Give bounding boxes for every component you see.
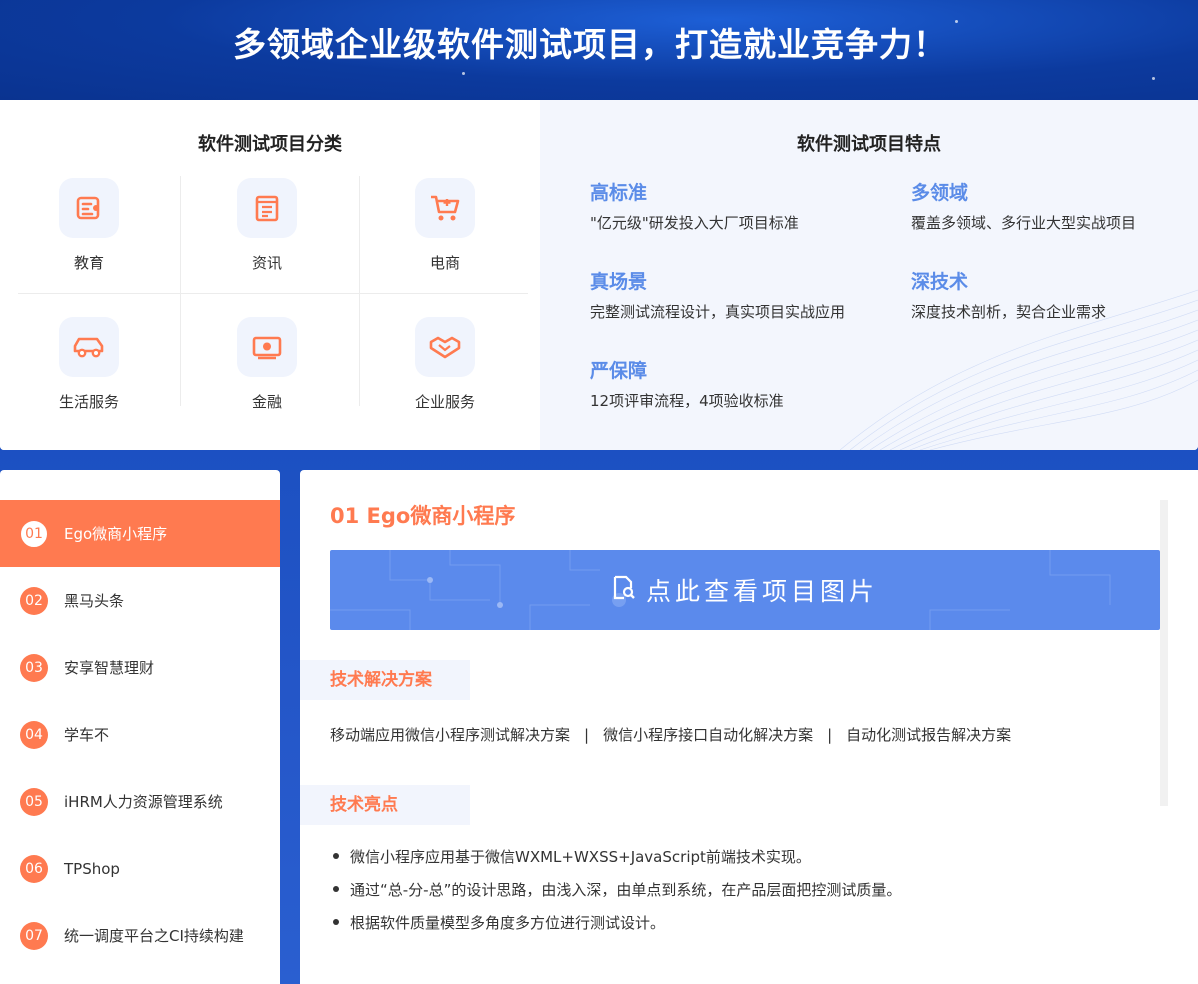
feature-title: 高标准: [590, 182, 648, 204]
project-item-02[interactable]: 02 黑马头条: [0, 567, 280, 634]
project-number: 07: [20, 921, 48, 950]
features-heading: 软件测试项目特点: [797, 134, 941, 155]
money-icon: [237, 317, 297, 377]
category-heading: 软件测试项目分类: [198, 134, 342, 155]
separator: |: [827, 726, 833, 744]
solution-item: 自动化测试报告解决方案: [846, 726, 1012, 744]
project-item-05[interactable]: 05 iHRM人力资源管理系统: [0, 768, 280, 835]
project-detail: 01 Ego微商小程序 点此查看项目图片 技术解决方案 移动端应用微信小程序测试…: [300, 470, 1198, 984]
feature-title: 多领域: [911, 182, 969, 204]
solutions-heading: 技术解决方案: [300, 660, 470, 700]
news-icon: [237, 178, 297, 238]
feature-title: 真场景: [590, 271, 648, 293]
feature-item: 真场景 完整测试流程设计，真实项目实战应用: [590, 267, 910, 322]
highlight-item: 根据软件质量模型多角度多方位进行测试设计。: [332, 912, 901, 945]
hero-banner: 多领域企业级软件测试项目，打造就业竞争力！: [0, 0, 1198, 100]
project-name: 安享智慧理财: [64, 659, 155, 677]
highlights-list: 微信小程序应用基于微信WXML+WXSS+JavaScript前端技术实现。 通…: [332, 846, 901, 945]
category-section: 软件测试项目分类 教育 资讯 电商 生活服务 金融 企业服务: [0, 100, 540, 450]
project-number: 04: [20, 720, 48, 749]
category-label: 资讯: [251, 254, 282, 272]
feature-desc: 深度技术剖析，契合企业需求: [911, 303, 1107, 321]
category-enterprise[interactable]: 企业服务: [356, 315, 534, 435]
category-ecommerce[interactable]: 电商: [356, 176, 534, 296]
project-name: Ego微商小程序: [64, 525, 168, 543]
car-icon: [59, 317, 119, 377]
view-images-label: 点此查看项目图片: [645, 577, 878, 606]
category-label: 电商: [429, 254, 460, 272]
category-label: 金融: [251, 393, 282, 411]
feature-item: 深技术 深度技术剖析，契合企业需求: [911, 267, 1198, 322]
project-number: 05: [20, 787, 48, 816]
category-label: 教育: [73, 254, 104, 272]
category-label: 企业服务: [414, 393, 475, 411]
image-search-icon: [612, 575, 636, 605]
feature-item: 严保障 12项评审流程，4项验收标准: [590, 356, 910, 411]
project-item-01[interactable]: 01 Ego微商小程序: [0, 500, 280, 567]
highlight-item: 微信小程序应用基于微信WXML+WXSS+JavaScript前端技术实现。: [332, 846, 901, 879]
feature-item: 高标准 "亿元级"研发投入大厂项目标准: [590, 178, 910, 233]
sparkle-dot: [462, 72, 465, 75]
handshake-icon: [415, 317, 475, 377]
overview-panel: 软件测试项目分类 教育 资讯 电商 生活服务 金融 企业服务 软件测试项目特点 …: [0, 100, 1198, 450]
features-section: 软件测试项目特点 高标准 "亿元级"研发投入大厂项目标准 多领域 覆盖多领域、多…: [540, 100, 1198, 450]
project-item-07[interactable]: 07 统一调度平台之CI持续构建: [0, 902, 280, 969]
feature-desc: 12项评审流程，4项验收标准: [590, 392, 784, 410]
project-list: 01 Ego微商小程序 02 黑马头条 03 安享智慧理财 04 学车不 05 …: [0, 470, 280, 984]
project-name: TPShop: [64, 859, 120, 878]
project-name: 学车不: [64, 726, 110, 744]
category-finance[interactable]: 金融: [178, 315, 356, 435]
feature-item: 多领域 覆盖多领域、多行业大型实战项目: [911, 178, 1198, 233]
feature-title: 严保障: [590, 360, 648, 382]
separator: |: [584, 726, 590, 744]
project-name: 黑马头条: [64, 592, 125, 610]
project-number: 02: [20, 586, 48, 615]
highlights-heading: 技术亮点: [300, 785, 470, 825]
solutions-line: 移动端应用微信小程序测试解决方案 | 微信小程序接口自动化解决方案 | 自动化测试报告解…: [330, 724, 1011, 745]
category-news[interactable]: 资讯: [178, 176, 356, 296]
sparkle-dot: [1152, 77, 1155, 80]
project-number: 01: [20, 519, 48, 548]
feature-title: 深技术: [911, 271, 969, 293]
page-title: 多领域企业级软件测试项目，打造就业竞争力！: [233, 25, 947, 64]
scrollbar[interactable]: [1160, 500, 1168, 806]
category-grid: 教育 资讯 电商 生活服务 金融 企业服务: [0, 176, 540, 416]
category-label: 生活服务: [58, 393, 119, 411]
category-life-service[interactable]: 生活服务: [0, 315, 178, 435]
education-icon: [59, 178, 119, 238]
feature-desc: "亿元级"研发投入大厂项目标准: [590, 214, 799, 232]
view-images-button[interactable]: 点此查看项目图片: [330, 550, 1160, 630]
project-item-06[interactable]: 06 TPShop: [0, 835, 280, 902]
project-item-03[interactable]: 03 安享智慧理财: [0, 634, 280, 701]
highlight-item: 通过“总-分-总”的设计思路，由浅入深，由单点到系统，在产品层面把控测试质量。: [332, 879, 901, 912]
project-name: iHRM人力资源管理系统: [64, 793, 223, 811]
solution-item: 微信小程序接口自动化解决方案: [603, 726, 814, 744]
solution-item: 移动端应用微信小程序测试解决方案: [330, 726, 571, 744]
project-title: 01 Ego微商小程序: [330, 504, 516, 528]
category-education[interactable]: 教育: [0, 176, 178, 296]
project-name: 统一调度平台之CI持续构建: [64, 927, 244, 945]
project-item-04[interactable]: 04 学车不: [0, 701, 280, 768]
feature-desc: 覆盖多领域、多行业大型实战项目: [911, 214, 1137, 232]
project-number: 03: [20, 653, 48, 682]
cart-icon: [415, 178, 475, 238]
feature-desc: 完整测试流程设计，真实项目实战应用: [590, 303, 846, 321]
project-number: 06: [20, 854, 48, 883]
